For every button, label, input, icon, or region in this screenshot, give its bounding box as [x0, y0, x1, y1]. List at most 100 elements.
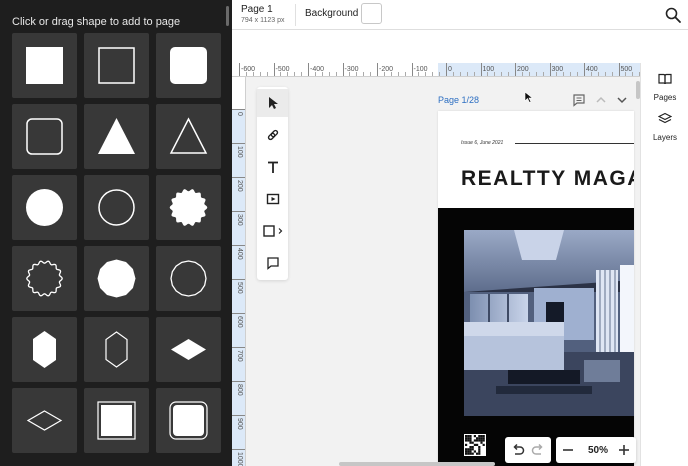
outline-polygon-circle-shape[interactable]: [156, 246, 221, 311]
ruler-minor-tick: [404, 72, 406, 76]
ruler-minor-tick: [577, 72, 579, 76]
link-icon: [267, 129, 278, 141]
undo-icon[interactable]: [509, 441, 527, 459]
horizontal-scrollbar[interactable]: [339, 462, 495, 466]
search-button[interactable]: [664, 6, 682, 24]
text-tool[interactable]: [257, 153, 288, 181]
square-icon: [262, 225, 282, 237]
ruler-tick: [308, 63, 309, 76]
top-bar: Page 1 794 x 1123 px Background: [232, 0, 688, 30]
magazine-title[interactable]: REALTTY MAGAZ: [461, 167, 634, 191]
outline-rounded-square-shape[interactable]: [12, 104, 77, 169]
outline-triangle-shape[interactable]: [156, 104, 221, 169]
ruler-tick: [584, 63, 585, 76]
redo-icon[interactable]: [529, 441, 547, 459]
layers-label: Layers: [652, 133, 677, 142]
canvas-area[interactable]: -600 -500 -400 -300 -200 -100 0 100 200 300 400 500…: [232, 63, 640, 466]
ruler-label: 500: [236, 282, 243, 294]
ruler-minor-tick: [363, 72, 365, 76]
pages-label: Pages: [653, 93, 677, 102]
outline-scalloped-circle-shape[interactable]: [12, 246, 77, 311]
filled-hexagon-shape[interactable]: [12, 317, 77, 382]
shape-tool[interactable]: [257, 217, 288, 245]
ruler-label: 300: [551, 66, 564, 73]
filled-triangle-shape[interactable]: [84, 104, 149, 169]
ruler-minor-tick: [473, 72, 475, 76]
qr-code-icon: [465, 435, 485, 455]
ruler-label: 100: [236, 146, 243, 158]
zoom-in-icon[interactable]: [615, 441, 633, 459]
ruler-label: -400: [310, 66, 325, 73]
ruler-minor-tick: [501, 72, 503, 76]
book-icon: [658, 73, 672, 85]
ruler-minor-tick: [452, 72, 454, 76]
header-rule[interactable]: [515, 143, 634, 144]
framed-rounded-square-shape[interactable]: [156, 388, 221, 453]
ruler-label: 700: [236, 350, 243, 362]
qr-code[interactable]: [464, 434, 486, 456]
toolbar-strip: [232, 30, 688, 63]
shapes-scrollbar[interactable]: [226, 6, 229, 26]
ruler-label: 0: [236, 112, 243, 116]
filled-diamond-shape[interactable]: [156, 317, 221, 382]
ruler-minor-tick: [397, 72, 399, 76]
outline-square-shape[interactable]: [84, 33, 149, 98]
filled-scalloped-circle-shape[interactable]: [156, 175, 221, 240]
outline-hexagon-shape[interactable]: [84, 317, 149, 382]
ruler-tick: [515, 63, 516, 76]
ruler-tick: [618, 63, 620, 76]
ruler-label: -300: [344, 66, 359, 73]
layers-icon: [658, 112, 672, 124]
page-name: Page 1: [241, 4, 273, 15]
chevron-down-icon[interactable]: [615, 93, 629, 107]
ruler-minor-tick: [570, 72, 572, 76]
horizontal-ruler: -600 -500 -400 -300 -200 -100 0 100 200 300 400 500: [232, 63, 640, 77]
issue-date-text[interactable]: Issue 6, June 2021: [461, 140, 503, 146]
vertical-ruler: 0 100 200 300 400 500 600 700 800 900 1000: [232, 77, 246, 466]
filled-polygon-circle-shape[interactable]: [84, 246, 149, 311]
mouse-cursor-icon: [524, 91, 534, 103]
ruler-label: 200: [236, 180, 243, 192]
background-label: Background: [305, 8, 359, 19]
ruler-minor-tick: [459, 72, 461, 76]
page-comment-icon[interactable]: [572, 93, 586, 107]
zoom-level[interactable]: 50%: [583, 445, 613, 456]
ruler-tick: [232, 211, 245, 212]
select-tool[interactable]: [257, 89, 288, 117]
ruler-tick: [232, 449, 245, 450]
layers-panel-button[interactable]: Layers: [641, 109, 688, 147]
filled-rounded-square-shape[interactable]: [156, 33, 221, 98]
ruler-tick: [273, 63, 275, 76]
outline-diamond-shape[interactable]: [12, 388, 77, 453]
chevron-up-icon[interactable]: [594, 93, 608, 107]
ruler-label: 1000: [236, 452, 243, 466]
ruler-tick: [232, 177, 245, 178]
link-tool[interactable]: [257, 121, 288, 149]
comment-icon: [266, 257, 279, 270]
ruler-minor-tick: [611, 72, 613, 76]
outline-circle-shape[interactable]: [84, 175, 149, 240]
ruler-minor-tick: [542, 72, 544, 76]
tools-toolbar: [257, 87, 288, 280]
background-color-swatch[interactable]: [361, 3, 382, 24]
shape-grid: [12, 33, 221, 453]
framed-square-shape[interactable]: [84, 388, 149, 453]
ruler-tick: [232, 313, 245, 314]
ruler-tick: [239, 63, 240, 76]
ruler-tick: [232, 415, 245, 416]
ruler-minor-tick: [335, 72, 337, 76]
cover-image-block[interactable]: [438, 208, 634, 466]
filled-circle-shape[interactable]: [12, 175, 77, 240]
zoom-out-icon[interactable]: [559, 441, 577, 459]
comment-tool[interactable]: [257, 249, 288, 277]
ruler-tick: [232, 279, 245, 280]
cover-photo[interactable]: [464, 230, 634, 416]
filled-square-shape[interactable]: [12, 33, 77, 98]
page-info: Page 1 794 x 1123 px: [241, 4, 284, 24]
ruler-label: -100: [413, 66, 428, 73]
zoom-controls: 50%: [556, 437, 636, 463]
pages-panel-button[interactable]: Pages: [641, 69, 688, 107]
video-tool[interactable]: [257, 185, 288, 213]
search-icon: [665, 7, 681, 23]
page-canvas[interactable]: Issue 6, June 2021 REALTTY MAGAZ: [438, 111, 634, 466]
